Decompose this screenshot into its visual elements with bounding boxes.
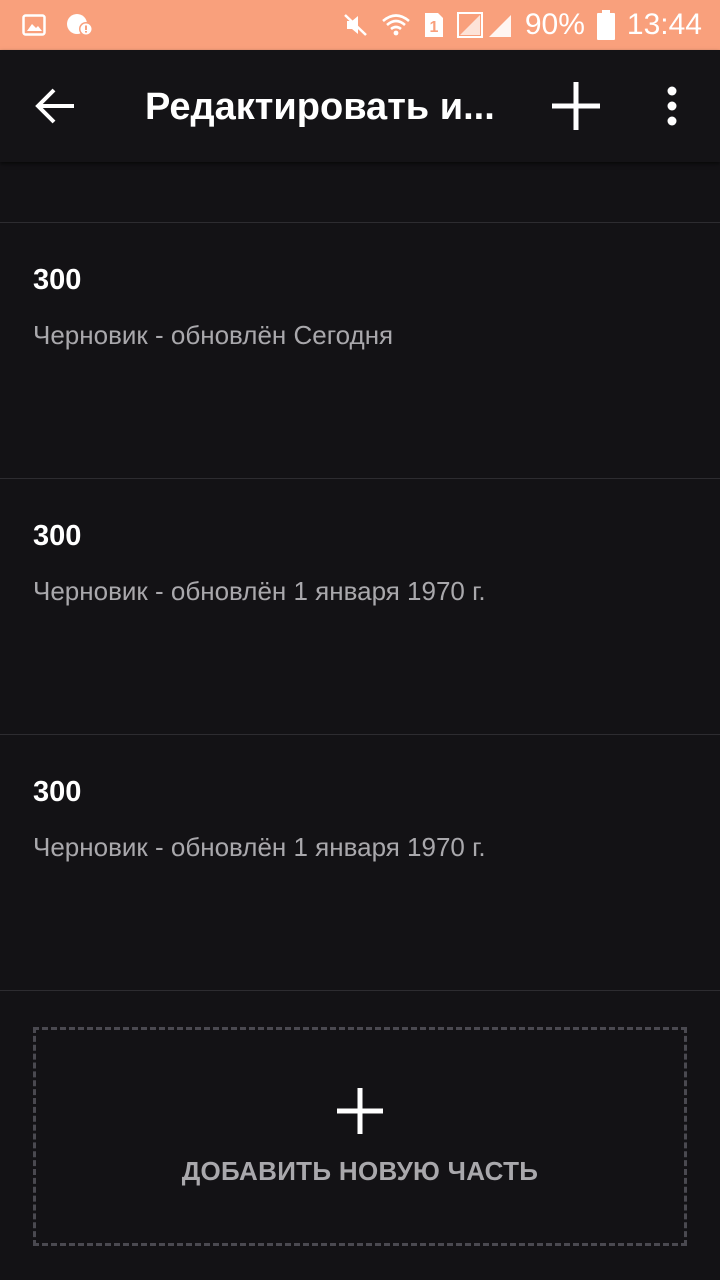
plus-icon bbox=[552, 82, 600, 130]
signal-icon bbox=[456, 11, 513, 39]
more-vert-icon bbox=[667, 86, 677, 126]
battery-percent: 90% bbox=[524, 8, 585, 41]
list-item[interactable]: 300 Черновик - обновлён 1 января 1970 г. bbox=[0, 479, 720, 735]
more-options-button[interactable] bbox=[656, 84, 688, 128]
sim-icon: 1 bbox=[423, 11, 445, 39]
part-title: 300 bbox=[33, 520, 82, 552]
list-item[interactable]: 300 Черновик - обновлён 1 января 1970 г. bbox=[0, 735, 720, 991]
part-status: Черновик - обновлён Сегодня bbox=[33, 320, 394, 350]
add-new-part-label: ДОБАВИТЬ НОВУЮ ЧАСТЬ bbox=[181, 1156, 539, 1186]
wifi-icon bbox=[381, 12, 411, 38]
back-button[interactable] bbox=[34, 86, 78, 126]
battery-icon bbox=[596, 10, 615, 40]
page-title: Редактировать и... bbox=[145, 86, 495, 128]
part-title: 300 bbox=[33, 776, 82, 808]
add-new-part-button[interactable]: ДОБАВИТЬ НОВУЮ ЧАСТЬ bbox=[33, 1027, 687, 1246]
status-time: 13:44 bbox=[626, 8, 702, 41]
app-bar: Редактировать и... bbox=[0, 50, 720, 162]
sim-slot-number: 1 bbox=[429, 19, 438, 36]
back-arrow-icon bbox=[35, 88, 74, 124]
add-button[interactable] bbox=[550, 80, 602, 132]
status-bar: 1 90% 13:44 bbox=[0, 0, 720, 50]
part-status: Черновик - обновлён 1 января 1970 г. bbox=[33, 832, 486, 862]
status-bar-right: 1 90% 13:44 bbox=[343, 8, 702, 42]
part-status: Черновик - обновлён 1 января 1970 г. bbox=[33, 576, 486, 606]
mute-icon bbox=[343, 12, 369, 38]
plus-icon bbox=[337, 1088, 383, 1134]
parts-list: 300 Черновик - обновлён Сегодня 300 Черн… bbox=[0, 222, 720, 991]
part-title: 300 bbox=[33, 264, 82, 296]
notification-icon bbox=[66, 12, 94, 38]
image-icon bbox=[22, 13, 46, 37]
list-item[interactable]: 300 Черновик - обновлён Сегодня bbox=[0, 223, 720, 479]
status-bar-left bbox=[22, 12, 94, 38]
